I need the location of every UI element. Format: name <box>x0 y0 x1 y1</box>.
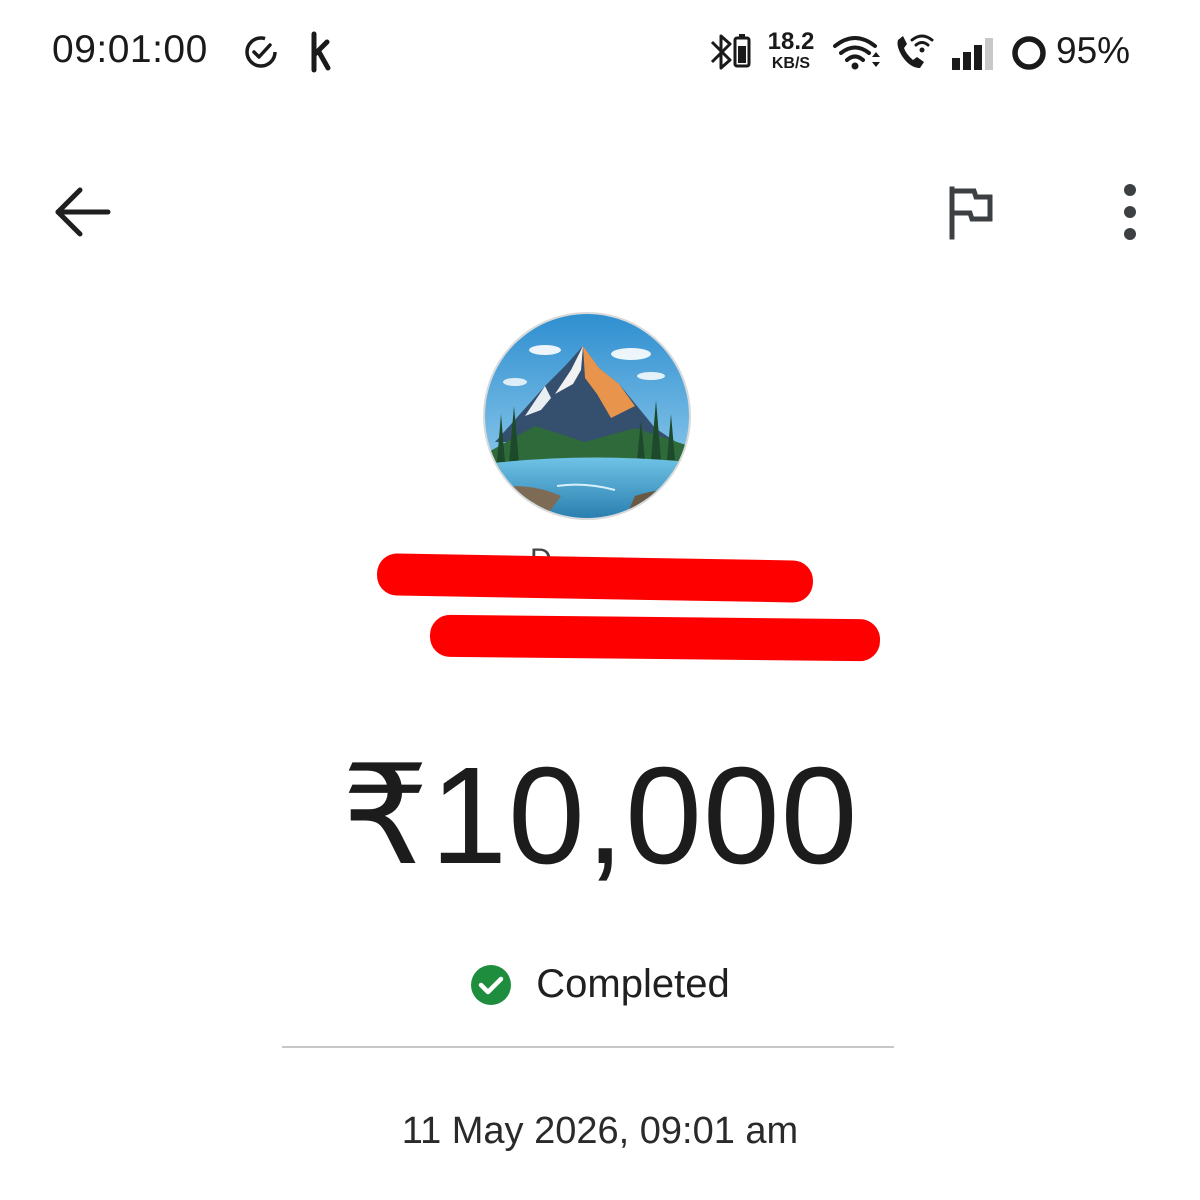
check-circle-icon <box>245 36 277 68</box>
wifi-call-icon <box>897 34 934 68</box>
network-speed: 18.2 KB/S <box>764 30 818 72</box>
more-vert-icon <box>1124 184 1136 240</box>
check-circle-filled-icon <box>471 964 512 1005</box>
payment-datetime: 11 May 2026, 09:01 am <box>401 1110 799 1152</box>
status-time: 09:01:00 <box>52 28 208 71</box>
wifi-icon <box>833 36 880 70</box>
network-speed-unit: KB/S <box>771 55 811 72</box>
arrow-back-icon <box>55 187 111 237</box>
network-speed-value: 18.2 <box>767 28 815 55</box>
flag-icon <box>949 186 993 240</box>
redaction-mark-name <box>376 553 814 603</box>
report-flag-button[interactable] <box>944 183 1000 243</box>
status-bar: 09:01:00 18.2 KB/S 95% <box>0 0 1200 105</box>
more-options-button[interactable] <box>1108 180 1152 244</box>
payment-details-screen: 09:01:00 18.2 KB/S 95% ₹10,000 Completed… <box>0 0 1200 1200</box>
back-button[interactable] <box>50 182 116 242</box>
battery-percent: 95% <box>1056 30 1131 71</box>
payee-avatar <box>483 312 691 520</box>
mountain-lake-avatar <box>485 314 689 518</box>
signal-icon <box>952 38 993 70</box>
divider <box>282 1046 894 1048</box>
payment-amount: ₹10,000 <box>341 739 859 893</box>
battery-ring-icon <box>1012 36 1046 70</box>
status-text: Completed <box>536 962 730 1006</box>
app-k-icon <box>311 31 331 73</box>
bluetooth-battery-icon <box>710 34 751 70</box>
redaction-mark-upi <box>429 614 881 662</box>
payment-status: Completed <box>0 962 1200 1007</box>
